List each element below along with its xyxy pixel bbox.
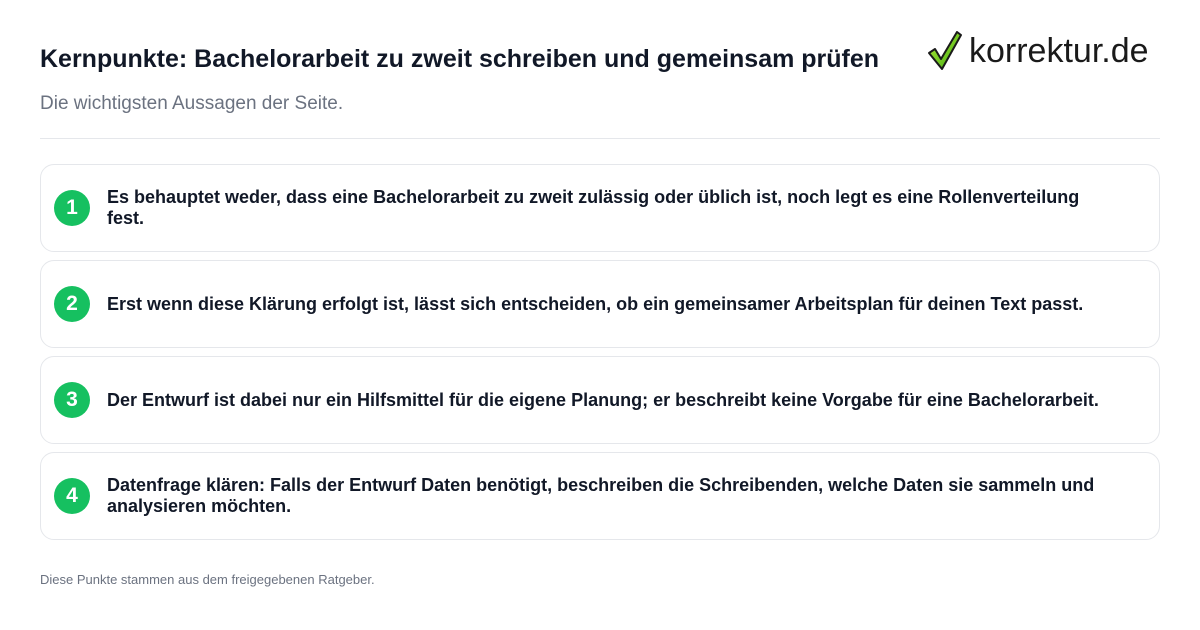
key-point-card: 3 Der Entwurf ist dabei nur ein Hilfsmit… [40,356,1160,444]
header-divider [40,138,1160,139]
footer-note: Diese Punkte stammen aus dem freigegeben… [40,572,375,587]
key-point-card: 1 Es behauptet weder, dass eine Bachelor… [40,164,1160,252]
point-text: Es behauptet weder, dass eine Bachelorar… [107,187,1080,228]
page-title: Kernpunkte: Bachelorarbeit zu zweit schr… [40,45,880,73]
point-text: Erst wenn diese Klärung erfolgt ist, läs… [107,293,1084,314]
page-subtitle: Die wichtigsten Aussagen der Seite. [40,93,344,114]
brand-logo: korrektur.de [927,30,1149,72]
point-number-badge: 3 [54,382,90,418]
point-number-badge: 1 [54,190,90,226]
point-number-badge: 2 [54,286,90,322]
checkmark-icon [927,30,963,72]
point-text: Datenfrage klären: Falls der Entwurf Dat… [107,475,1095,516]
share-card: Kernpunkte: Bachelorarbeit zu zweit schr… [0,0,1200,630]
point-number-badge: 4 [54,478,90,514]
brand-logo-text: korrektur.de [969,32,1149,70]
key-points-list: 1 Es behauptet weder, dass eine Bachelor… [40,164,1160,548]
key-point-card: 4 Datenfrage klären: Falls der Entwurf D… [40,452,1160,540]
point-text: Der Entwurf ist dabei nur ein Hilfsmitte… [107,389,1099,410]
key-point-card: 2 Erst wenn diese Klärung erfolgt ist, l… [40,260,1160,348]
